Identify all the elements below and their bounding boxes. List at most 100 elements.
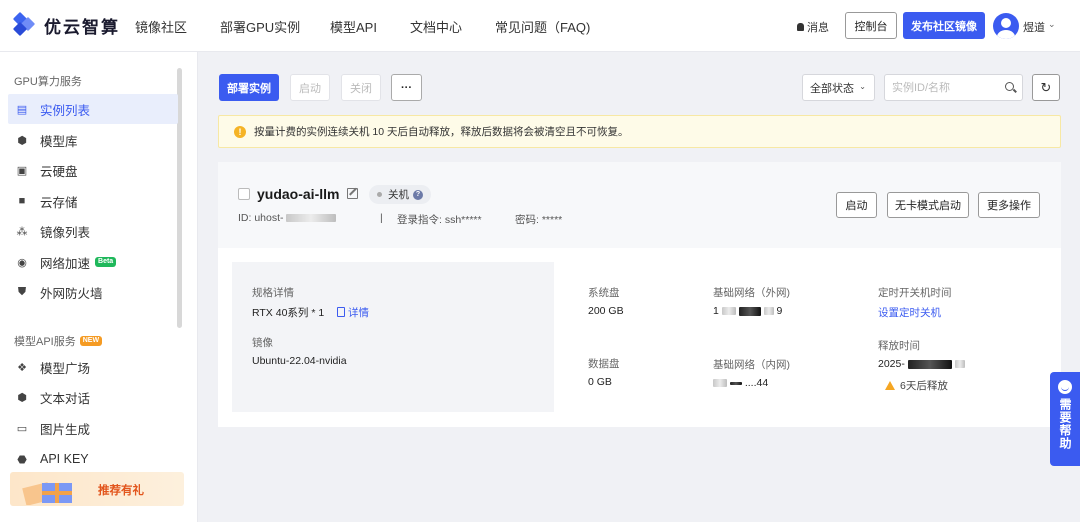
status-filter-select[interactable]: 全部状态 ⌄: [802, 74, 875, 101]
messages-label: 消息: [807, 22, 829, 34]
more-actions-button[interactable]: 更多操作: [978, 192, 1040, 218]
external-ip[interactable]: 1 9: [713, 305, 782, 317]
sidebar-item-label: 实例列表: [40, 103, 91, 118]
sidebar-item-cloud-disk[interactable]: ▣ 云硬盘: [8, 155, 178, 185]
spec-detail-link[interactable]: 详情: [337, 305, 369, 320]
nav-link-docs[interactable]: 文档中心: [410, 17, 462, 36]
release-countdown-text: 6天后释放: [900, 380, 948, 392]
release-time-label: 释放时间: [878, 340, 920, 352]
chevron-down-icon[interactable]: ⌄: [1048, 19, 1056, 30]
sidebar-section-label: GPU算力服务: [14, 76, 82, 88]
chevron-down-icon: ⌄: [859, 82, 866, 91]
smiley-icon: [1058, 380, 1072, 394]
instance-checkbox[interactable]: [238, 188, 250, 200]
nav-link-faq[interactable]: 常见问题（FAQ): [495, 17, 590, 36]
help-icon[interactable]: ?: [413, 189, 423, 200]
instance-id-text: ID: uhost-: [238, 212, 284, 224]
publish-image-button[interactable]: 发布社区镜像: [903, 12, 985, 39]
username[interactable]: 煜道: [1023, 19, 1045, 35]
brand-name: 优云智算: [44, 17, 120, 37]
sidebar-item-network-acceleration[interactable]: ◉ 网络加速 Beta: [8, 247, 178, 277]
top-nav: 优云智算 镜像社区 部署GPU实例 模型API 文档中心 常见问题（FAQ) 消…: [0, 0, 1080, 52]
spec-label: 规格详情: [252, 287, 294, 299]
nav-link-model-api[interactable]: 模型API: [330, 17, 377, 36]
gift-icon: [22, 482, 72, 505]
login-command[interactable]: 登录指令: ssh*****: [397, 212, 482, 227]
avatar[interactable]: [993, 13, 1019, 39]
logo-mark-icon: [12, 11, 36, 38]
nav-link-deploy-gpu[interactable]: 部署GPU实例: [220, 17, 300, 36]
sidebar-section-gpu: GPU算力服务: [14, 73, 82, 89]
release-time-prefix: 2025-: [878, 358, 905, 370]
status-dot-icon: [377, 192, 382, 197]
redacted-date: [954, 360, 965, 369]
sidebar-item-label: API KEY: [40, 452, 89, 466]
help-label: 需要帮助: [1058, 398, 1072, 450]
redacted-ip: [763, 307, 774, 316]
document-icon: [337, 307, 345, 317]
warning-icon: [885, 381, 895, 390]
spec-value: RTX 40系列 * 1: [252, 307, 325, 319]
sidebar-item-text-chat[interactable]: ⬢ 文本对话: [8, 382, 178, 412]
globe-icon: ◉: [17, 256, 27, 269]
sidebar-item-image-gen[interactable]: ▭ 图片生成: [8, 413, 178, 443]
image-icon: ▭: [16, 422, 28, 435]
set-timer-link[interactable]: 设置定时关机: [878, 305, 941, 320]
list-icon: ▤: [16, 103, 28, 116]
search-icon[interactable]: [1005, 82, 1014, 91]
internal-ip[interactable]: ....44: [713, 377, 768, 389]
external-network-label: 基础网络（外网): [713, 287, 790, 299]
sidebar-item-label: 云存储: [40, 195, 78, 210]
image-label: 镜像: [252, 337, 273, 349]
internal-ip-suffix: 44: [756, 377, 769, 389]
redacted-id: [286, 214, 337, 223]
data-disk-label: 数据盘: [588, 358, 620, 370]
logo[interactable]: 优云智算: [12, 11, 120, 38]
cardless-start-button[interactable]: 无卡模式启动: [887, 192, 969, 218]
sidebar-item-api-key[interactable]: ⬣ API KEY: [8, 444, 178, 474]
redacted-ip: [713, 379, 727, 388]
status-filter-value: 全部状态: [810, 82, 854, 95]
image-value: Ubuntu-22.04-nvidia: [252, 355, 347, 367]
folder-icon: ■: [18, 195, 26, 207]
internal-network-label: 基础网络（内网): [713, 359, 790, 371]
sidebar-item-firewall[interactable]: ⛊ 外网防火墙: [8, 277, 178, 307]
edit-icon[interactable]: [347, 188, 358, 199]
password[interactable]: 密码: *****: [515, 212, 562, 227]
sidebar-item-model-library[interactable]: ⬢ 模型库: [8, 125, 178, 155]
sidebar-item-image-list[interactable]: ⁂ 镜像列表: [8, 216, 178, 246]
sidebar-item-instances[interactable]: ▤ 实例列表: [8, 94, 178, 124]
sidebar-item-cloud-storage[interactable]: ■ 云存储: [8, 186, 178, 216]
nodes-icon: ❖: [17, 361, 27, 374]
start-button[interactable]: 启动: [290, 74, 330, 101]
info-icon: !: [234, 125, 246, 138]
instance-start-button[interactable]: 启动: [836, 192, 877, 218]
release-warning-alert: ! 按量计费的实例连续关机 10 天后自动释放，释放后数据将会被清空且不可恢复。: [218, 115, 1061, 148]
refresh-button[interactable]: ↻: [1032, 74, 1060, 101]
deploy-instance-button[interactable]: 部署实例: [219, 74, 279, 101]
key-icon: ⬣: [17, 453, 27, 466]
instance-search-input[interactable]: [884, 74, 1023, 101]
messages-link[interactable]: 消息: [797, 19, 829, 35]
cube-icon: ⬢: [17, 134, 27, 147]
referral-banner[interactable]: 推荐有礼: [10, 472, 184, 506]
internal-ip-dots: ....: [744, 377, 757, 389]
redacted-ip: [729, 381, 742, 385]
external-ip-prefix: 1: [713, 305, 719, 317]
sidebar-section-model-api: 模型API服务 NEW: [14, 333, 103, 349]
alert-text: 按量计费的实例连续关机 10 天后自动释放，释放后数据将会被清空且不可恢复。: [254, 126, 629, 138]
nav-link-image-community[interactable]: 镜像社区: [135, 17, 187, 36]
release-countdown: 6天后释放: [885, 378, 948, 393]
sidebar-item-label: 模型广场: [40, 361, 91, 376]
timer-label: 定时开关机时间: [878, 287, 952, 299]
console-button[interactable]: 控制台: [845, 12, 897, 39]
stop-button[interactable]: 关闭: [341, 74, 381, 101]
new-badge: NEW: [79, 336, 103, 346]
bell-icon: [797, 23, 804, 31]
help-float-button[interactable]: 需要帮助: [1050, 372, 1080, 466]
sidebar-item-model-plaza[interactable]: ❖ 模型广场: [8, 352, 178, 382]
external-ip-suffix: 9: [776, 305, 783, 317]
instance-id: ID: uhost-: [238, 212, 337, 224]
data-disk-value: 0 GB: [588, 376, 612, 388]
more-options-button[interactable]: ···: [391, 74, 422, 101]
